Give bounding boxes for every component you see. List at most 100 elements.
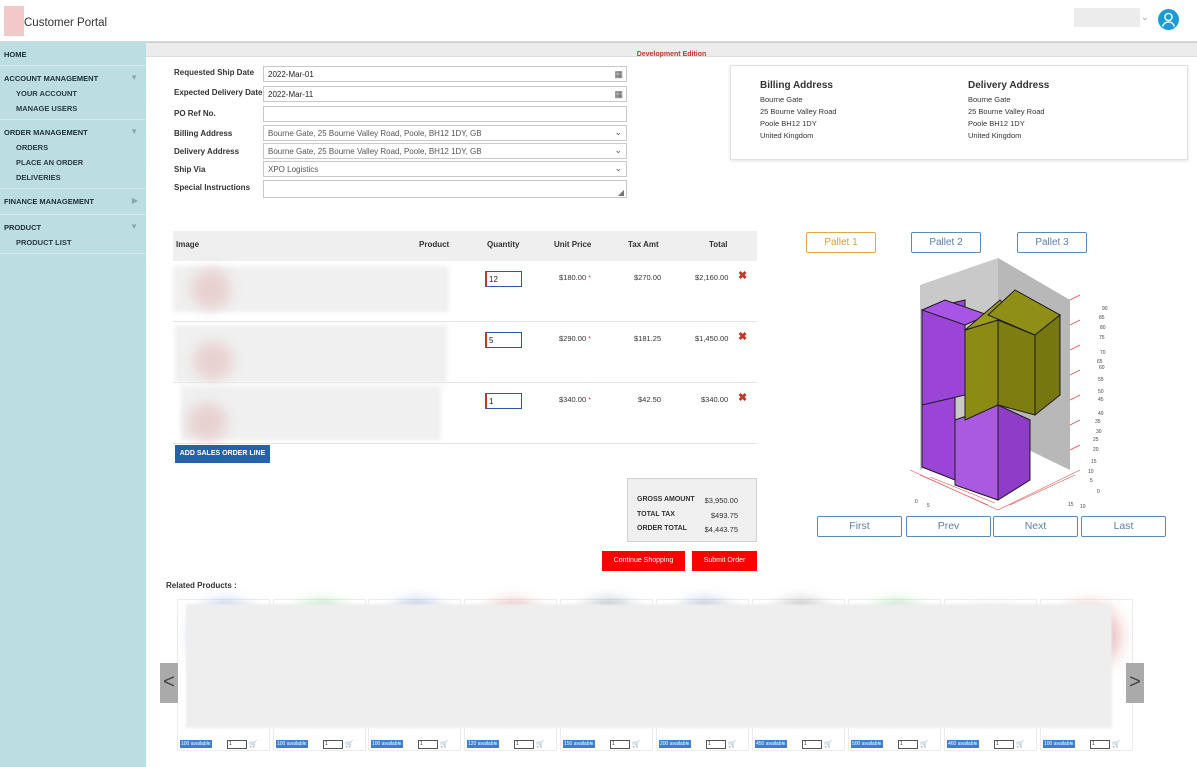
quantity-input[interactable]: 1: [418, 740, 438, 749]
cart-icon[interactable]: 🛒: [536, 740, 544, 748]
pallet-3d-view[interactable]: 90 85 80 75 70 65 60 55 50 45 40 35 30 2…: [870, 255, 1120, 515]
axis-tick-label: 85: [1099, 315, 1105, 321]
quantity-input[interactable]: 1: [323, 740, 343, 749]
related-products-title: Related Products :: [166, 581, 237, 590]
cart-icon[interactable]: 🛒: [1112, 740, 1120, 748]
unit-price: $340.00 *: [559, 395, 591, 404]
chevron-right-icon[interactable]: ▶: [132, 196, 138, 205]
quantity-input[interactable]: 1: [898, 740, 918, 749]
user-avatar-icon[interactable]: [1158, 9, 1179, 30]
delete-icon[interactable]: ✖: [738, 330, 747, 343]
tax-amount: $270.00: [634, 273, 662, 282]
unit-price-value: $290.00: [559, 334, 587, 343]
sidebar-item-your-account[interactable]: YOUR ACCOUNT: [4, 83, 146, 98]
delete-icon[interactable]: ✖: [738, 391, 747, 404]
delivery-address-select[interactable]: Bourne Gate, 25 Bourne Valley Road, Pool…: [263, 143, 627, 159]
chevron-down-icon: ⌄: [614, 163, 622, 173]
resize-handle-icon[interactable]: ◢: [618, 188, 624, 197]
quantity-input[interactable]: 1: [227, 740, 247, 749]
order-total-value: $4,443.75: [704, 525, 738, 534]
chevron-down-icon[interactable]: ▼: [130, 127, 138, 136]
calendar-icon[interactable]: ▦: [614, 89, 623, 100]
sidebar-item-product-list[interactable]: PRODUCT LIST: [4, 232, 146, 247]
sidebar-item-finance-management[interactable]: FINANCE MANAGEMENT: [4, 197, 146, 206]
quantity-input[interactable]: 12: [485, 271, 522, 287]
quantity-input[interactable]: 1: [706, 740, 726, 749]
product-image-thumb: [191, 269, 231, 309]
company-logo[interactable]: [4, 6, 24, 36]
next-button[interactable]: Next: [993, 516, 1078, 537]
availability-badge: 150 available: [563, 740, 595, 748]
sidebar-section-home: HOME: [0, 42, 146, 66]
chevron-down-icon[interactable]: ▼: [130, 73, 138, 82]
cart-icon[interactable]: 🛒: [920, 740, 928, 748]
submit-order-button[interactable]: Submit Order: [692, 551, 757, 571]
quantity-input[interactable]: 1: [610, 740, 630, 749]
special-instructions-textarea[interactable]: ◢: [263, 180, 627, 198]
sidebar-item-product[interactable]: PRODUCT: [4, 223, 146, 232]
sidebar-section-account: ACCOUNT MANAGEMENT ▼ YOUR ACCOUNT MANAGE…: [0, 66, 146, 120]
first-button[interactable]: First: [817, 516, 902, 537]
carousel-prev-button[interactable]: <: [160, 663, 178, 703]
col-tax: Tax Amt: [628, 240, 659, 249]
axis-tick-label: 5: [1090, 478, 1093, 484]
cart-icon[interactable]: 🛒: [1016, 740, 1024, 748]
add-sales-order-line-button[interactable]: ADD SALES ORDER LINE: [175, 445, 270, 463]
edition-banner: Development Edition: [146, 42, 1197, 58]
axis-tick-label: 25: [1093, 437, 1099, 443]
billing-address-select[interactable]: Bourne Gate, 25 Bourne Valley Road, Pool…: [263, 125, 627, 141]
po-ref-input[interactable]: [263, 106, 627, 122]
axis-tick-label: 20: [1093, 447, 1099, 453]
axis-tick-label: 80: [1100, 325, 1106, 331]
sidebar-item-deliveries[interactable]: DELIVERIES: [4, 167, 146, 182]
user-name-box[interactable]: [1074, 8, 1140, 27]
axis-tick-label: 0: [1097, 489, 1100, 495]
cart-icon[interactable]: 🛒: [249, 740, 257, 748]
olive-box: [964, 319, 999, 421]
cart-icon[interactable]: 🛒: [345, 740, 353, 748]
cart-icon[interactable]: 🛒: [728, 740, 736, 748]
chevron-down-icon[interactable]: ▼: [130, 222, 138, 231]
delete-icon[interactable]: ✖: [738, 269, 747, 282]
ship-date-label: Requested Ship Date: [174, 68, 255, 77]
edition-label: Development Edition: [636, 51, 707, 58]
sidebar-item-manage-users[interactable]: MANAGE USERS: [4, 98, 146, 113]
cart-icon[interactable]: 🛒: [440, 740, 448, 748]
carousel-next-button[interactable]: >: [1126, 663, 1144, 703]
ship-date-field[interactable]: 2022-Mar-01 ▦: [263, 66, 627, 82]
related-products-redacted: [186, 604, 1112, 728]
continue-shopping-button[interactable]: Continue Shopping: [602, 551, 685, 571]
calendar-icon[interactable]: ▦: [614, 69, 623, 80]
sidebar-item-account-management[interactable]: ACCOUNT MANAGEMENT: [4, 74, 146, 83]
sidebar-item-orders[interactable]: ORDERS: [4, 137, 146, 152]
quantity-input[interactable]: 1: [994, 740, 1014, 749]
prev-button[interactable]: Prev: [906, 516, 991, 537]
last-button[interactable]: Last: [1081, 516, 1166, 537]
table-row: 1 $340.00 * $42.50 $340.00 ✖: [173, 383, 757, 444]
sidebar-item-place-order[interactable]: PLACE AN ORDER: [4, 152, 146, 167]
delivery-line: United Kingdom: [968, 131, 1022, 140]
pallet-3-tab[interactable]: Pallet 3: [1017, 232, 1087, 253]
sidebar-item-home[interactable]: HOME: [4, 50, 146, 59]
availability-badge: 100 available: [180, 740, 212, 748]
quantity-input[interactable]: 1: [485, 393, 522, 409]
quantity-input[interactable]: 1: [802, 740, 822, 749]
quantity-input[interactable]: 1: [514, 740, 534, 749]
product-image-thumb: [187, 403, 227, 441]
billing-line: Poole BH12 1DY: [760, 119, 817, 128]
axis-tick-label: 50: [1098, 389, 1104, 395]
sidebar-item-order-management[interactable]: ORDER MANAGEMENT: [4, 128, 146, 137]
cart-icon[interactable]: 🛒: [824, 740, 832, 748]
ship-via-label: Ship Via: [174, 165, 206, 174]
ship-via-select[interactable]: XPO Logistics ⌄: [263, 161, 627, 177]
chevron-down-icon[interactable]: ⌄: [1141, 12, 1149, 23]
quantity-input[interactable]: 1: [1090, 740, 1110, 749]
unit-price-value: $340.00: [559, 395, 587, 404]
order-totals-box: GROSS AMOUNT $3,950.00 TOTAL TAX $493.75…: [627, 478, 757, 542]
delivery-date-field[interactable]: 2022-Mar-11 ▦: [263, 86, 627, 102]
pallet-1-tab[interactable]: Pallet 1: [806, 232, 876, 253]
quantity-input[interactable]: 5: [485, 332, 522, 348]
cart-icon[interactable]: 🛒: [632, 740, 640, 748]
axis-tick-label: 45: [1098, 397, 1104, 403]
pallet-2-tab[interactable]: Pallet 2: [911, 232, 981, 253]
